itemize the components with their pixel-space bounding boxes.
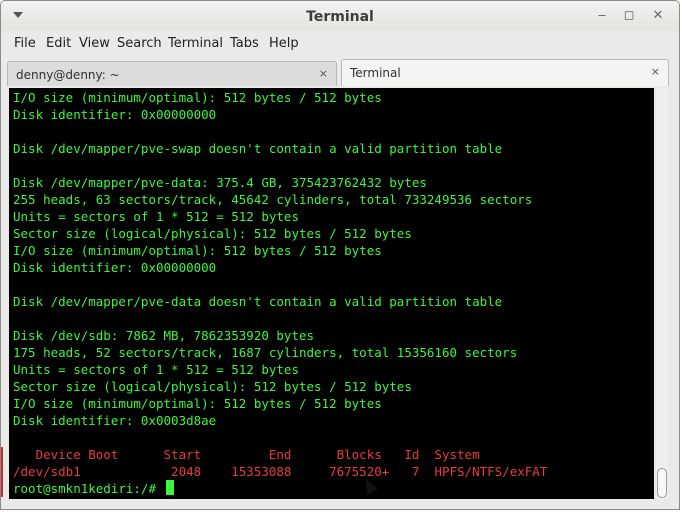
tab-label: denny@denny: ~	[16, 68, 120, 82]
close-icon[interactable]: ✕	[649, 8, 667, 24]
terminal-line: Disk /dev/sdb: 7862 MB, 7862353920 bytes	[13, 328, 315, 343]
text-cursor	[165, 480, 174, 495]
terminal-line: Disk /dev/mapper/pve-data doesn't contai…	[13, 294, 503, 309]
title-bar[interactable]: Terminal ‒ ◻ ✕	[1, 1, 679, 31]
terminal-line: 175 heads, 52 sectors/track, 1687 cylind…	[13, 345, 518, 360]
scrollbar-thumb[interactable]	[657, 468, 667, 498]
terminal-window: Terminal ‒ ◻ ✕ File Edit View Search Ter…	[0, 0, 680, 510]
tab-label: Terminal	[350, 66, 401, 80]
terminal-line: Disk identifier: 0x00000000	[13, 260, 217, 275]
menu-edit[interactable]: Edit	[46, 36, 71, 51]
terminal-line: Sector size (logical/physical): 512 byte…	[13, 226, 412, 241]
terminal-line: Disk /dev/mapper/pve-swap doesn't contai…	[13, 141, 503, 156]
terminal-line: I/O size (minimum/optimal): 512 bytes / …	[13, 243, 382, 258]
menu-tabs[interactable]: Tabs	[230, 36, 259, 51]
terminal-line: I/O size (minimum/optimal): 512 bytes / …	[13, 90, 382, 105]
tab-bar: denny@denny: ~ × Terminal ×	[1, 57, 679, 87]
terminal-output[interactable]: I/O size (minimum/optimal): 512 bytes / …	[9, 88, 654, 499]
scroll-marker	[1, 447, 3, 497]
terminal-line: Disk identifier: 0x00000000	[13, 107, 217, 122]
menu-terminal[interactable]: Terminal	[168, 36, 223, 51]
terminal-prompt-line[interactable]: root@smkn1kediri:/#	[13, 480, 174, 497]
terminal-line: 255 heads, 63 sectors/track, 45642 cylin…	[13, 192, 533, 207]
tab-close-icon[interactable]: ×	[319, 67, 328, 80]
minimize-icon[interactable]: ‒	[593, 8, 611, 24]
terminal-line: Disk /dev/mapper/pve-data: 375.4 GB, 375…	[13, 175, 427, 190]
terminal-scrollbar[interactable]	[656, 88, 668, 499]
tab-terminal[interactable]: Terminal ×	[341, 59, 669, 86]
tab-denny[interactable]: denny@denny: ~ ×	[7, 61, 337, 86]
terminal-line: Units = sectors of 1 * 512 = 512 bytes	[13, 209, 299, 224]
menu-bar: File Edit View Search Terminal Tabs Help	[1, 31, 679, 55]
partition-table-header: Device Boot Start End Blocks Id System	[13, 447, 480, 462]
terminal-line: Sector size (logical/physical): 512 byte…	[13, 379, 412, 394]
menu-view[interactable]: View	[79, 36, 110, 51]
menu-file[interactable]: File	[14, 36, 36, 51]
terminal-prompt: root@smkn1kediri:/#	[13, 481, 164, 496]
window-title: Terminal	[306, 9, 374, 25]
menu-help[interactable]: Help	[269, 36, 299, 51]
partition-table-row: /dev/sdb1 2048 15353088 7675520+ 7 HPFS/…	[13, 464, 548, 479]
terminal-line: Disk identifier: 0x0003d8ae	[13, 413, 217, 428]
terminal-line: Units = sectors of 1 * 512 = 512 bytes	[13, 362, 299, 377]
terminal-line: I/O size (minimum/optimal): 512 bytes / …	[13, 396, 382, 411]
maximize-icon[interactable]: ◻	[620, 8, 638, 24]
menu-search[interactable]: Search	[117, 36, 162, 51]
tab-close-icon[interactable]: ×	[651, 65, 660, 78]
